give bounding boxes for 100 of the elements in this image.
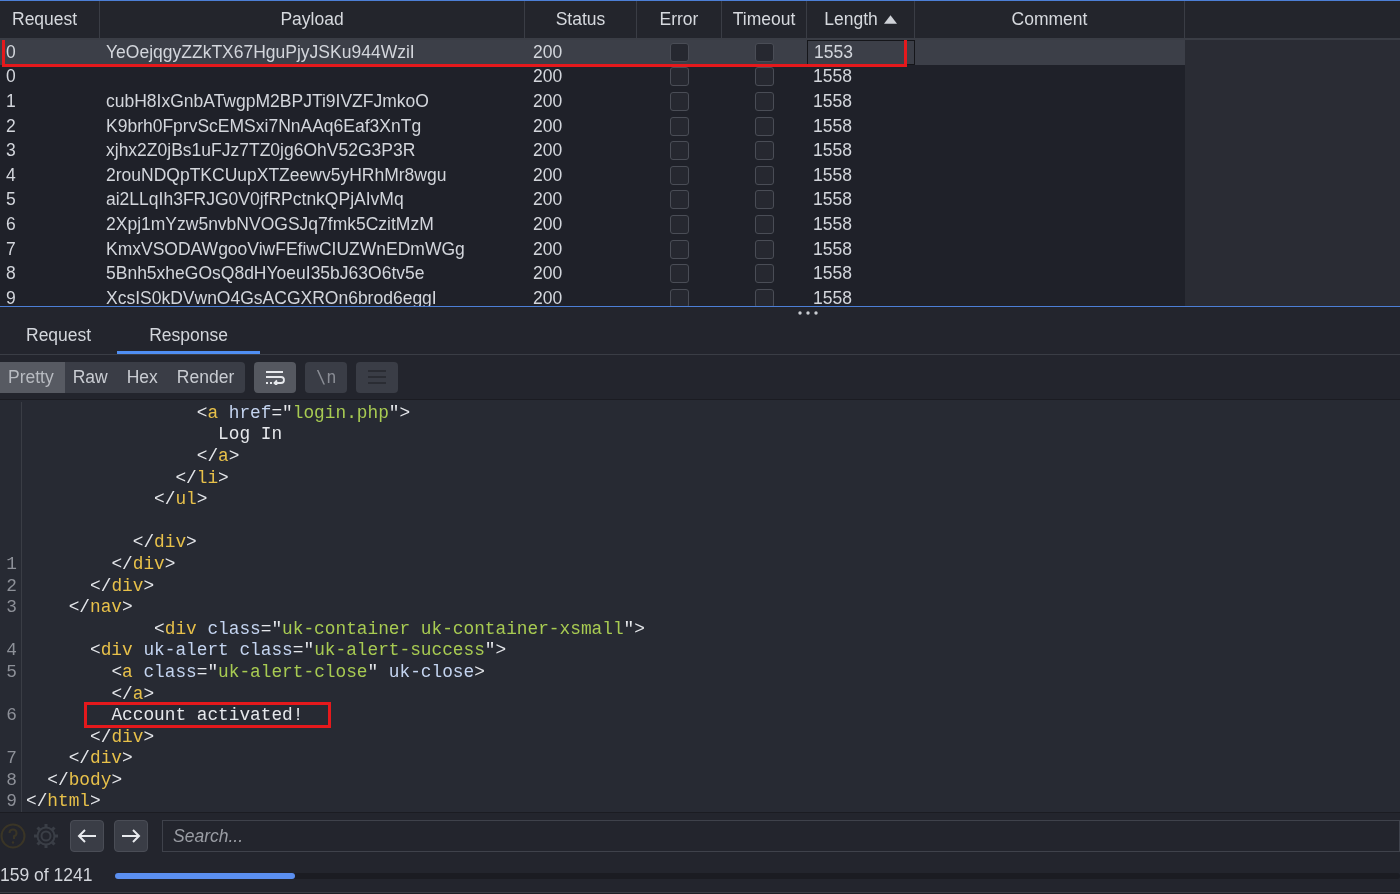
checkbox[interactable] [670, 116, 689, 136]
tab[interactable]: Request [0, 319, 118, 354]
code-line: </a> [111, 683, 155, 704]
table-cell: 8 [6, 263, 16, 285]
table-row[interactable]: 8 5Bnh5xheGOsQ8dHYoeuI35bJ63O6tv5e 200 1558 [0, 261, 1400, 286]
checkbox[interactable] [670, 214, 689, 234]
table-cell: 7 [6, 238, 16, 260]
table-cell: 1558 [813, 189, 852, 211]
view-mode-button[interactable]: Raw [64, 361, 119, 393]
table-cell: 1 [6, 91, 16, 112]
wrap-lines-button[interactable] [254, 361, 297, 393]
table-cell: 200 [533, 238, 563, 260]
table-cell: 1558 [813, 115, 852, 137]
table-row[interactable]: 4 2rouNDQpTKCUupXTZeewv5yHRhMr8wgu 200 1558 [0, 162, 1400, 188]
code-line: <a class="uk-alert-close" uk-close> [111, 661, 485, 682]
checkbox[interactable] [755, 288, 774, 306]
column-header[interactable]: Status [525, 1, 637, 38]
checkbox[interactable] [670, 141, 689, 161]
table-row[interactable]: 7 KmxVSODAWgooViwFEfiwCIUZWnEDmWGg 200 1558 [0, 236, 1400, 262]
table-row[interactable]: 5 ai2LLqIh3FRJG0V0jfRPctnkQPjAIvMq 200 1558 [0, 187, 1400, 213]
settings-icon[interactable] [32, 822, 60, 850]
checkbox[interactable] [755, 67, 774, 87]
back-button[interactable] [70, 820, 104, 852]
table-row[interactable]: 0 200 1558 [0, 64, 1400, 90]
checkbox[interactable] [670, 288, 689, 306]
table-cell: YeOejqgyZZkTX67HguPjyJSKu944WziI [106, 41, 415, 63]
grip-icon[interactable] [797, 311, 818, 315]
checkbox[interactable] [755, 264, 774, 284]
table-cell: 1558 [813, 263, 852, 285]
line-number: 1 [6, 553, 17, 574]
table-cell: 200 [533, 189, 563, 211]
code-line: </div> [90, 575, 155, 596]
forward-button[interactable] [114, 820, 148, 852]
line-number: 5 [6, 661, 17, 682]
checkbox[interactable] [755, 141, 774, 161]
column-header[interactable]: Request [0, 1, 100, 38]
checkbox[interactable] [670, 92, 689, 111]
checkbox[interactable] [755, 116, 774, 136]
table-cell: 1553 [814, 41, 853, 63]
table-cell: 1558 [813, 164, 852, 186]
code-line: </div> [132, 532, 197, 553]
arrow-right-icon [121, 828, 141, 844]
view-mode-button[interactable]: Render [168, 361, 246, 393]
code-line: </a> [196, 446, 240, 466]
table-cell: ai2LLqIh3FRJG0V0jfRPctnkQPjAIvMq [106, 189, 404, 211]
table-cell: 1558 [813, 66, 852, 88]
column-header[interactable]: Payload [100, 1, 525, 38]
line-number: 4 [6, 640, 17, 661]
table-cell: 4 [6, 164, 16, 186]
table-cell: 0 [6, 66, 16, 88]
checkbox[interactable] [670, 165, 689, 185]
column-header[interactable]: Error [637, 1, 722, 38]
line-number: 2 [6, 575, 17, 596]
table-row[interactable]: 1 cubH8IxGnbATwgpM2BPJTi9IVZFJmkoO 200 1558 [0, 89, 1400, 114]
table-cell: 0 [6, 41, 16, 63]
code-line: </body> [47, 769, 123, 790]
table-cell: 200 [533, 263, 563, 285]
table-cell: 1558 [813, 238, 852, 260]
help-icon[interactable] [0, 823, 26, 849]
table-row[interactable]: 6 2Xpj1mYzw5nvbNVOGSJq7fmk5CzitMzM 200 1558 [0, 212, 1400, 237]
table-cell: K9brh0FprvScEMSxi7NnAAq6Eaf3XnTg [106, 115, 422, 137]
table-row[interactable]: 2 K9brh0FprvScEMSxi7NnAAq6Eaf3XnTg 200 1558 [0, 113, 1400, 139]
checkbox[interactable] [670, 42, 689, 62]
table-cell: 6 [6, 213, 16, 235]
column-header[interactable]: Length [807, 1, 915, 38]
line-number: 9 [6, 791, 17, 812]
table-cell: 3 [6, 140, 16, 162]
checkbox[interactable] [670, 264, 689, 284]
checkbox[interactable] [755, 165, 774, 185]
checkbox[interactable] [670, 67, 689, 87]
code-line: <a href="login.php"> [196, 402, 411, 423]
table-cell: 2 [6, 115, 16, 137]
checkbox[interactable] [755, 239, 774, 259]
menu-button[interactable] [356, 361, 399, 393]
code-line: <div class="uk-container uk-container-xsmall"> [154, 618, 645, 639]
checkbox[interactable] [670, 190, 689, 210]
checkbox[interactable] [755, 92, 774, 111]
table-cell: 5 [6, 189, 16, 211]
column-header[interactable]: Comment [915, 1, 1185, 38]
line-number: 7 [6, 748, 17, 769]
table-cell: cubH8IxGnbATwgpM2BPJTi9IVZFJmkoO [106, 91, 429, 112]
checkbox[interactable] [755, 190, 774, 210]
code-line: </li> [175, 467, 229, 488]
view-mode-button[interactable]: Pretty [0, 361, 65, 393]
table-cell: KmxVSODAWgooViwFEfiwCIUZWnEDmWGg [106, 238, 465, 260]
code-line: </div> [111, 553, 176, 574]
match-count: 159 of 1241 [0, 865, 94, 886]
table-cell: 1558 [813, 140, 852, 162]
wrap-lines-icon [264, 369, 287, 385]
code-line: Log In [218, 424, 283, 445]
checkbox[interactable] [755, 42, 774, 62]
table-cell: 200 [533, 213, 563, 235]
search-field[interactable]: Search... [162, 820, 1400, 852]
column-header[interactable]: Timeout [722, 1, 807, 38]
checkbox[interactable] [755, 214, 774, 234]
checkbox[interactable] [670, 239, 689, 259]
view-mode-button[interactable]: Hex [118, 361, 169, 393]
table-row[interactable]: 3 xjhx2Z0jBs1uFJz7TZ0jg6OhV52G3P3R 200 1558 [0, 138, 1400, 163]
table-row[interactable]: 0 YeOejqgyZZkTX67HguPjyJSKu944WziI 200 1553 [0, 40, 1400, 65]
code-line: Account activated! [111, 705, 304, 726]
